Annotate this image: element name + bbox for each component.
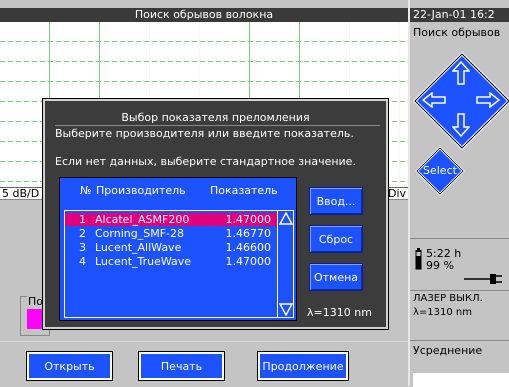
- arrow-up-icon[interactable]: [452, 61, 470, 85]
- list-item[interactable]: 3 Lucent_AllWave 1.46600: [65, 241, 293, 254]
- dialog-title-divider: [55, 125, 380, 126]
- list-item-num: 4: [79, 255, 86, 268]
- power-plug-icon: [464, 274, 502, 284]
- laser-state-text: ЛАЗЕР ВЫКЛ.: [413, 293, 483, 304]
- dialog-title: Выбор показателя преломления: [121, 111, 310, 124]
- list-scrollbar[interactable]: [277, 211, 293, 317]
- open-button[interactable]: Открыть: [26, 351, 113, 381]
- main-title-bar: Поиск обрывов волокна: [0, 8, 408, 22]
- continue-button[interactable]: Продолжение: [257, 351, 349, 381]
- marker-info-label: По: [27, 295, 45, 308]
- select-button-label: Select: [423, 164, 457, 177]
- print-button-label: Печать: [160, 359, 203, 373]
- scroll-down-icon[interactable]: [279, 302, 293, 316]
- reset-button-label: Сброс: [318, 232, 354, 246]
- averaging-label: Усреднение: [413, 344, 483, 357]
- enter-button-label: Ввод...: [316, 194, 356, 208]
- laser-wavelength-text: λ=1310 nm: [413, 307, 473, 318]
- marker-color-swatch: [27, 309, 43, 329]
- scroll-up-icon[interactable]: [279, 212, 293, 226]
- list-item-value: 1.47000: [225, 213, 272, 226]
- arrow-right-icon[interactable]: [476, 92, 500, 108]
- scale-left-label: 5 dB/D: [2, 187, 40, 200]
- divider: [0, 341, 408, 342]
- battery-icon: [415, 248, 422, 270]
- list-item[interactable]: 2 Corning_SMF-28 1.46770: [65, 227, 293, 240]
- list-item-num: 3: [79, 241, 86, 254]
- open-button-label: Открыть: [44, 359, 95, 373]
- arrow-left-icon[interactable]: [422, 92, 446, 108]
- dialog-instruction-1: Выберите производителя или введите показ…: [55, 127, 354, 140]
- continue-button-label: Продолжение: [262, 359, 344, 373]
- laser-status: ЛАЗЕР ВЫКЛ. λ=1310 nm: [410, 290, 509, 340]
- refractive-index-dialog: Выбор показателя преломления Выберите пр…: [43, 99, 388, 329]
- cancel-button-label: Отмена: [313, 270, 359, 284]
- enter-button[interactable]: Ввод...: [309, 187, 363, 215]
- list-item-num: 2: [79, 227, 86, 240]
- list-item[interactable]: 4 Lucent_TrueWave 1.47000: [65, 255, 293, 268]
- manufacturer-list-panel: № Производитель Показатель 1 Alcatel_ASM…: [59, 177, 297, 321]
- list-item-value: 1.46770: [225, 227, 272, 240]
- header-manufacturer: Производитель: [96, 184, 186, 197]
- reset-button[interactable]: Сброс: [309, 225, 363, 253]
- cancel-button[interactable]: Отмена: [309, 263, 363, 291]
- list-item-value: 1.46600: [225, 241, 272, 254]
- list-item[interactable]: 1 Alcatel_ASMF200 1.47000: [65, 213, 293, 226]
- mode-title-text: Поиск обрывов: [413, 26, 501, 39]
- arrow-down-icon[interactable]: [452, 113, 470, 137]
- right-panel: 22-Jan-01 16:2 Поиск обрывов Select 5:22…: [408, 0, 509, 387]
- header-index: Показатель: [210, 184, 278, 197]
- date-text: 22-Jan-01 16:2: [413, 8, 495, 21]
- list-item-name: Lucent_AllWave: [95, 241, 182, 254]
- list-item-value: 1.47000: [225, 255, 272, 268]
- main-title: Поиск обрывов волокна: [134, 8, 274, 21]
- averaging-progress-bar: [413, 373, 509, 387]
- manufacturer-list[interactable]: 1 Alcatel_ASMF200 1.47000 2 Corning_SMF-…: [64, 210, 294, 318]
- list-item-name: Lucent_TrueWave: [95, 255, 192, 268]
- print-button[interactable]: Печать: [138, 351, 225, 381]
- dialog-wavelength: λ=1310 nm: [307, 306, 372, 319]
- header-num: №: [80, 184, 92, 197]
- averaging-panel: Усреднение: [410, 340, 509, 387]
- date-display: 22-Jan-01 16:2: [410, 8, 509, 22]
- battery-percent: 99 %: [426, 259, 454, 272]
- list-item-name: Corning_SMF-28: [95, 227, 184, 240]
- scale-right-label: Div: [388, 187, 407, 200]
- list-item-name: Alcatel_ASMF200: [95, 213, 190, 226]
- battery-status: 5:22 h 99 %: [410, 238, 509, 290]
- list-item-num: 1: [79, 213, 86, 226]
- dialog-instruction-2: Если нет данных, выберите стандартное зн…: [55, 155, 356, 168]
